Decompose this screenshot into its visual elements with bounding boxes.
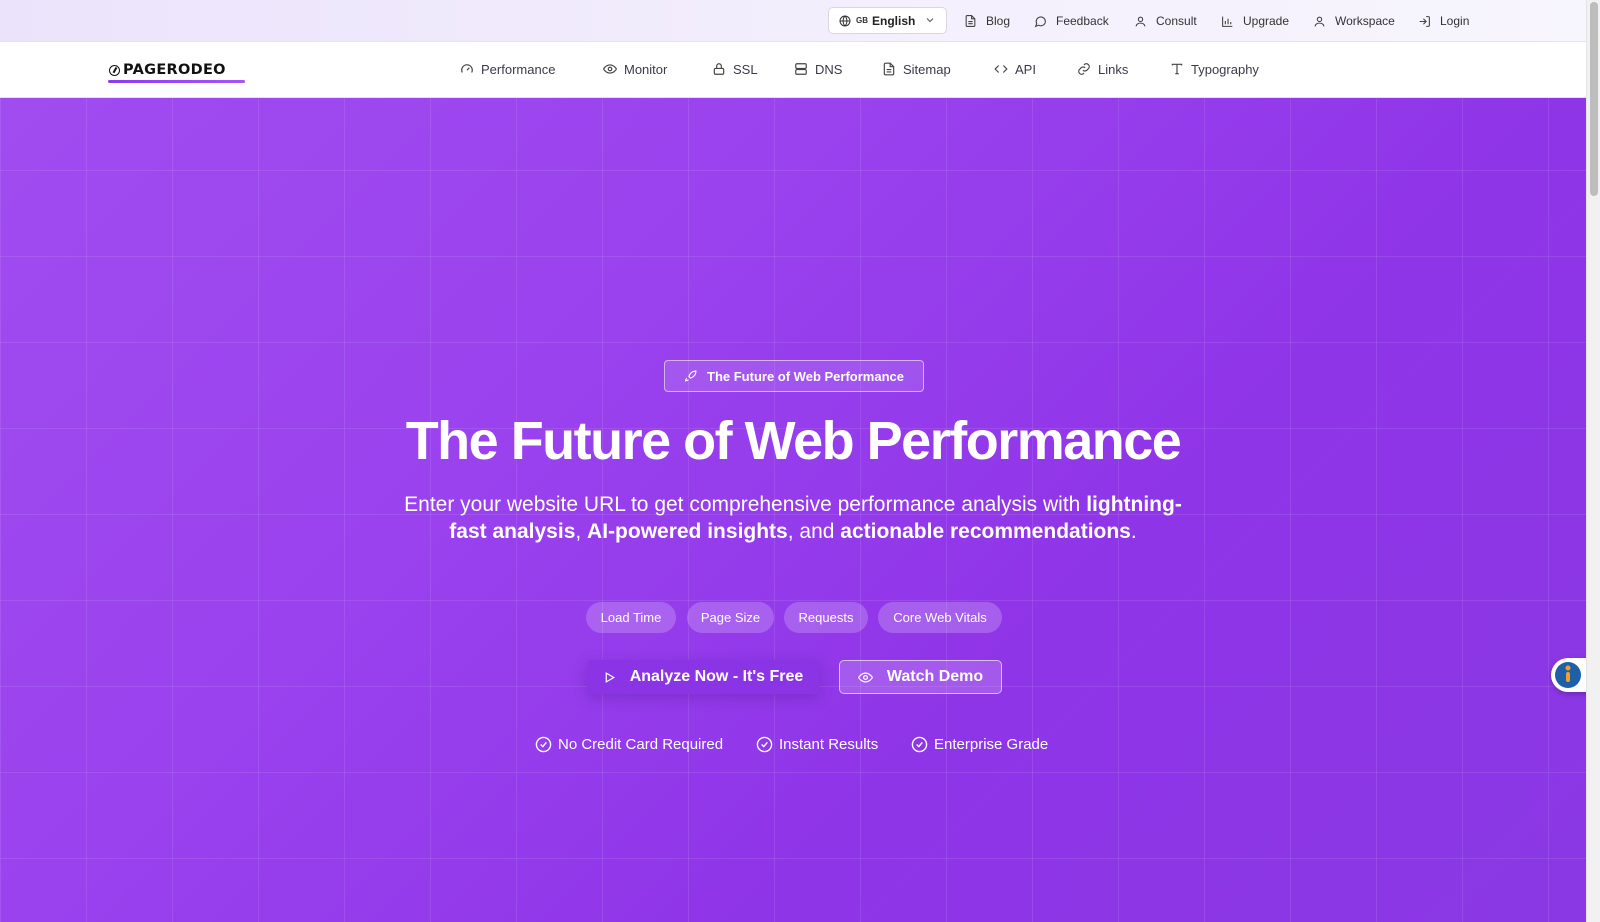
globe-icon xyxy=(839,15,851,26)
user-icon xyxy=(1135,16,1146,26)
check-circle-icon xyxy=(911,736,928,752)
flag-code: GB xyxy=(856,16,868,25)
eye-icon xyxy=(857,671,873,683)
subtitle-text: . xyxy=(1130,520,1137,543)
topbar-link-consult[interactable]: Consult xyxy=(1134,12,1197,30)
page-scrollbar[interactable] xyxy=(1586,0,1600,922)
language-selector[interactable]: GB English xyxy=(828,7,947,34)
topbar-link-login[interactable]: Login xyxy=(1418,12,1469,30)
logo-text: PAGERODEO xyxy=(123,62,226,78)
nav-item-label: API xyxy=(1015,61,1036,77)
nav-item-label: Typography xyxy=(1191,61,1259,77)
accessibility-button[interactable] xyxy=(1551,658,1591,692)
lock-icon xyxy=(713,63,725,75)
user-icon xyxy=(1314,16,1325,26)
language-label: English xyxy=(872,13,916,28)
feature-check-label: Instant Results xyxy=(779,735,879,753)
check-circle-icon xyxy=(756,736,773,752)
nav-item-label: DNS xyxy=(815,61,843,77)
nav-item-performance[interactable]: Performance xyxy=(460,60,555,78)
code-icon xyxy=(994,65,1008,73)
link-icon xyxy=(1078,63,1090,75)
nav-item-label: Monitor xyxy=(624,61,668,77)
chip-requests: Requests xyxy=(784,602,868,633)
nav-item-sitemap[interactable]: Sitemap xyxy=(882,60,951,78)
topbar-link-label: Workspace xyxy=(1335,14,1395,28)
document-icon xyxy=(965,15,976,27)
feature-check: Instant Results xyxy=(756,734,878,754)
nav-item-ssl[interactable]: SSL xyxy=(712,60,758,78)
nav-item-monitor[interactable]: Monitor xyxy=(603,60,667,78)
subtitle-text: , and xyxy=(787,520,841,543)
topbar-link-upgrade[interactable]: Upgrade xyxy=(1221,12,1289,30)
scrollbar-thumb[interactable] xyxy=(1590,2,1598,196)
eye-icon xyxy=(603,64,617,74)
subtitle-highlight: actionable recommendations xyxy=(840,520,1131,543)
logo-mark-icon xyxy=(109,64,120,76)
logo[interactable]: PAGERODEO xyxy=(109,58,226,82)
server-icon xyxy=(795,63,807,75)
chip-load-time: Load Time xyxy=(586,602,676,633)
analyze-now-label: Analyze Now - It's Free xyxy=(629,668,804,685)
topbar-link-label: Feedback xyxy=(1056,14,1109,28)
topbar-link-label: Blog xyxy=(986,14,1011,28)
nav-item-label: Sitemap xyxy=(903,61,951,77)
nav-item-label: SSL xyxy=(733,61,758,77)
login-icon xyxy=(1419,15,1430,27)
feature-check: Enterprise Grade xyxy=(911,734,1048,754)
utility-bar: GB English Blog Feedback Consult Upgrade… xyxy=(0,0,1586,42)
nav-item-links[interactable]: Links xyxy=(1077,60,1128,78)
check-circle-icon xyxy=(535,736,552,752)
rocket-icon xyxy=(685,370,697,381)
analyze-now-button[interactable]: Analyze Now - It's Free xyxy=(587,660,819,694)
chip-core-web-vitals: Core Web Vitals xyxy=(878,602,1002,633)
chip-page-size: Page Size xyxy=(687,602,774,633)
nav-item-label: Performance xyxy=(481,61,556,77)
chat-bubble-icon xyxy=(1034,15,1046,27)
accessibility-person-icon xyxy=(1565,665,1571,682)
topbar-link-feedback[interactable]: Feedback xyxy=(1034,12,1109,30)
subtitle-highlight: AI-powered insights xyxy=(587,520,788,543)
logo-active-underline xyxy=(108,80,245,83)
bar-chart-icon xyxy=(1222,16,1233,27)
subtitle-text: , xyxy=(575,520,588,543)
chevron-down-icon xyxy=(926,18,934,23)
topbar-link-workspace[interactable]: Workspace xyxy=(1313,12,1395,30)
document-icon xyxy=(883,62,895,76)
topbar-link-label: Login xyxy=(1440,14,1470,28)
main-nav xyxy=(0,42,1586,98)
nav-item-typography[interactable]: Typography xyxy=(1170,60,1259,78)
topbar-link-label: Upgrade xyxy=(1243,14,1290,28)
hero-badge: The Future of Web Performance xyxy=(664,360,924,392)
watch-demo-label: Watch Demo xyxy=(886,668,984,685)
subtitle-text: Enter your website URL to get comprehens… xyxy=(404,493,1087,516)
nav-item-label: Links xyxy=(1098,61,1129,77)
topbar-link-blog[interactable]: Blog xyxy=(964,12,1010,30)
feature-check: No Credit Card Required xyxy=(535,734,723,754)
topbar-link-label: Consult xyxy=(1156,14,1197,28)
hero-subtitle: Enter your website URL to get comprehens… xyxy=(398,491,1188,545)
nav-item-api[interactable]: API xyxy=(994,60,1036,78)
hero-badge-label: The Future of Web Performance xyxy=(707,368,904,384)
feature-check-label: Enterprise Grade xyxy=(934,735,1049,753)
gauge-icon xyxy=(461,64,473,73)
type-icon xyxy=(1171,63,1183,75)
play-icon xyxy=(605,671,615,683)
watch-demo-button[interactable]: Watch Demo xyxy=(839,660,1002,694)
hero-title: The Future of Web Performance xyxy=(405,411,1182,471)
hero-section: The Future of Web Performance The Future… xyxy=(0,98,1586,922)
nav-item-dns[interactable]: DNS xyxy=(794,60,842,78)
feature-check-label: No Credit Card Required xyxy=(558,735,724,753)
